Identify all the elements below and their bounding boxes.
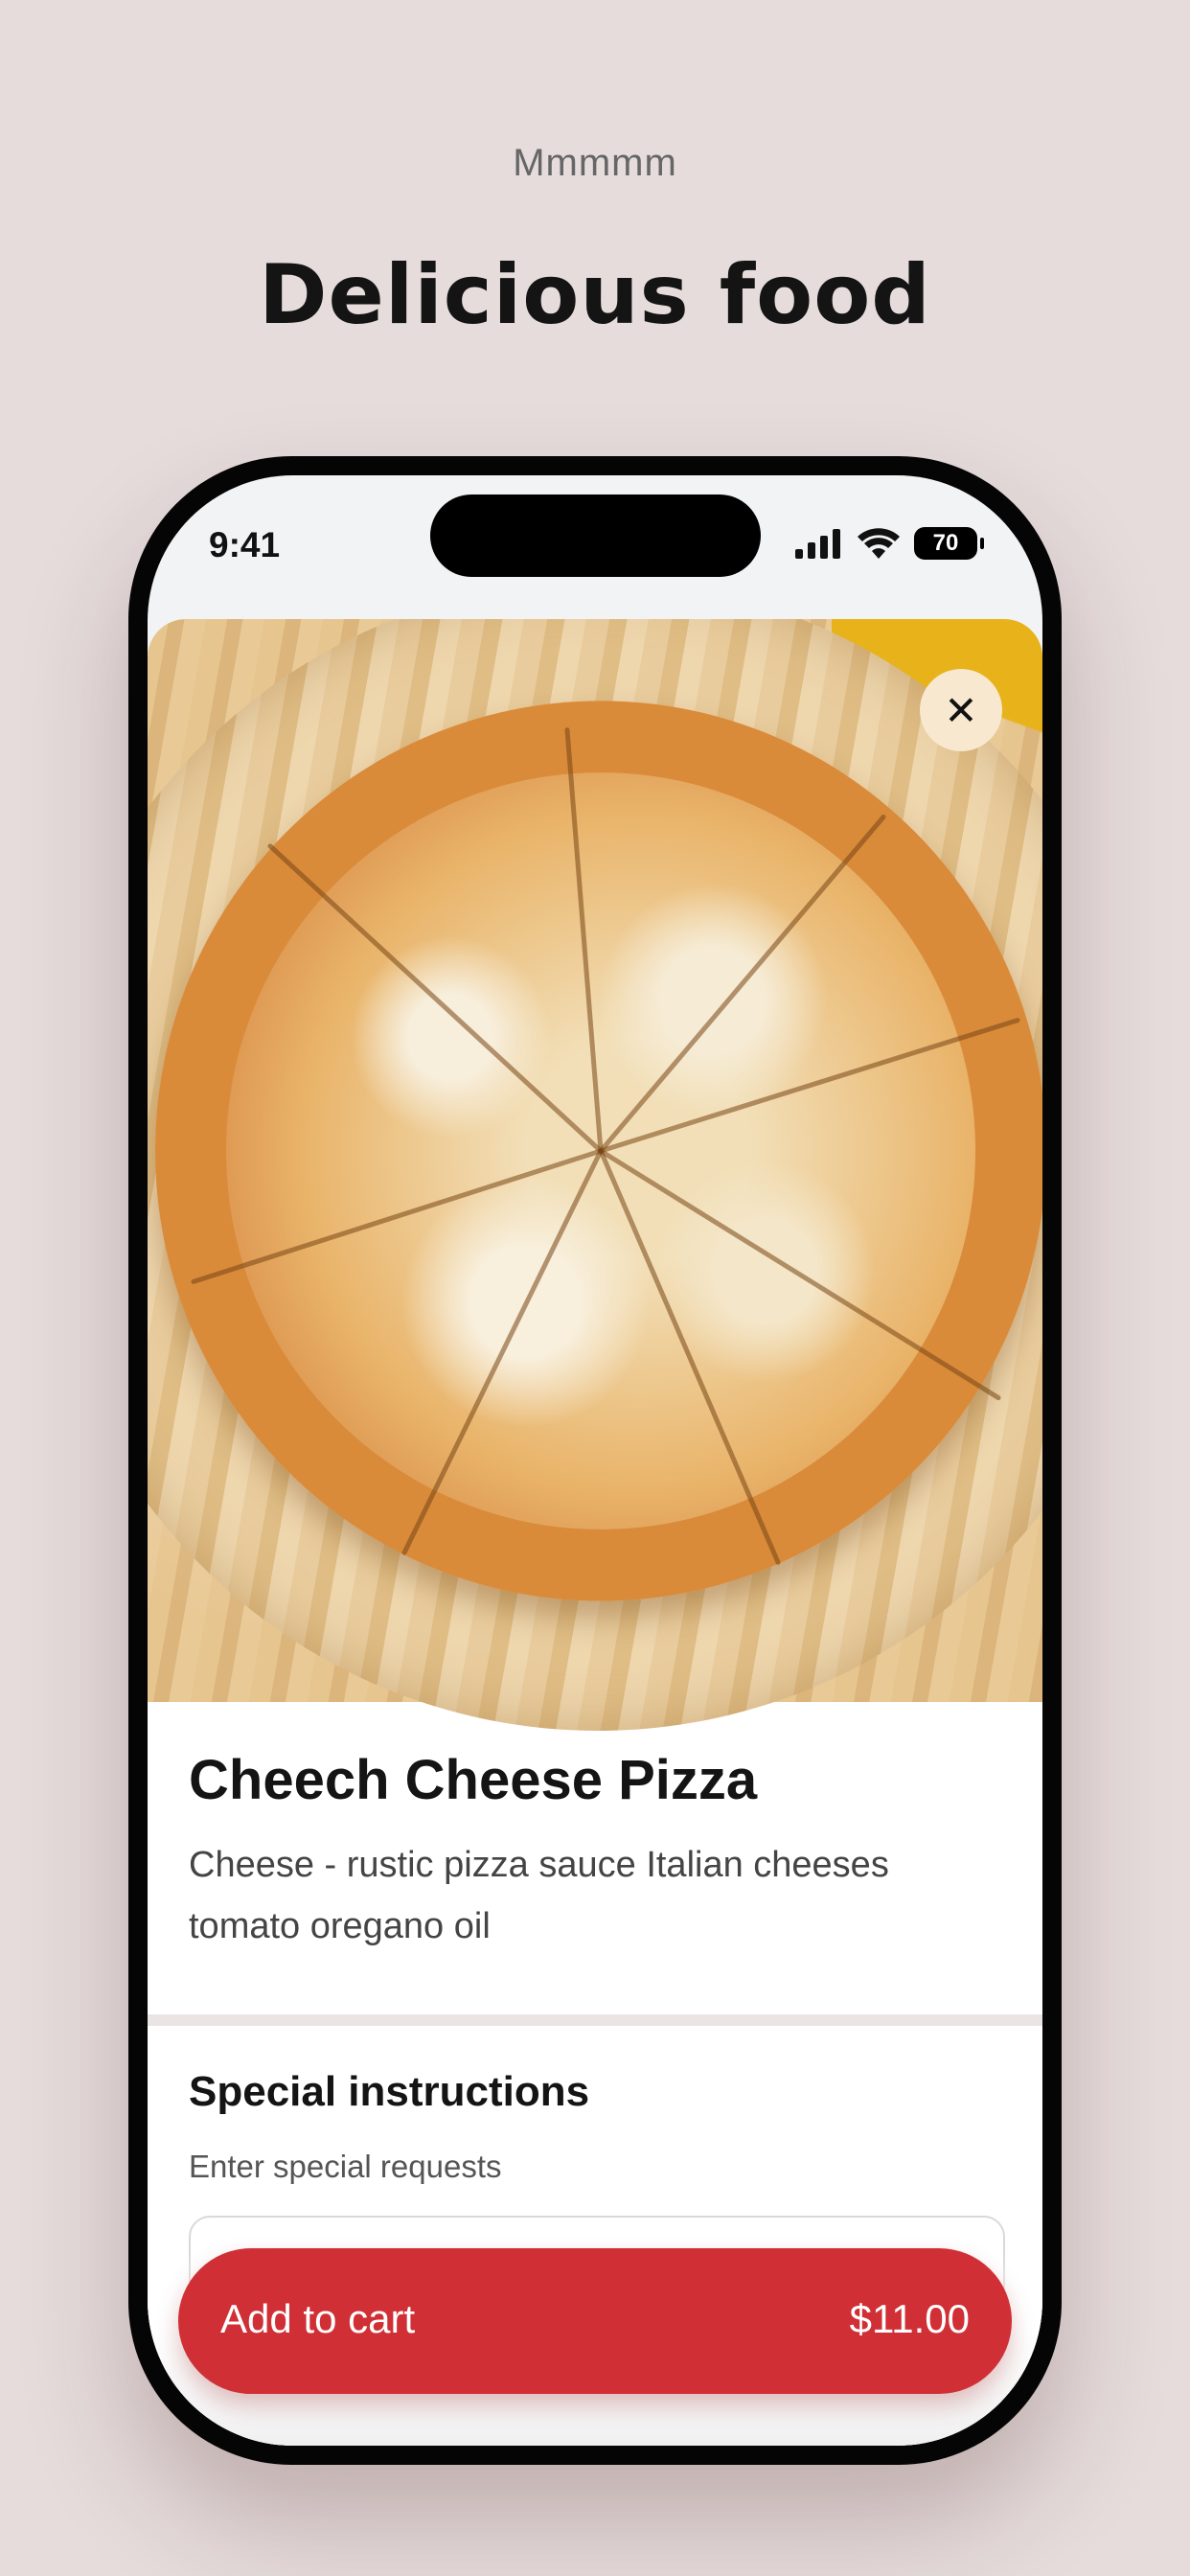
add-to-cart-label: Add to cart (220, 2296, 416, 2341)
product-sheet: ✕ Cheech Cheese Pizza Cheese - rustic pi… (148, 619, 1042, 2446)
battery-level: 70 (932, 530, 959, 556)
pizza-slice-lines (191, 727, 1020, 1565)
close-icon: ✕ (944, 687, 978, 733)
add-to-cart-button[interactable]: Add to cart $11.00 (178, 2248, 1012, 2394)
section-divider (148, 2014, 1042, 2026)
page-headline: Delicious food (259, 247, 931, 343)
phone-frame: 9:41 70 ✕ Cheech Cheese Pizza Cheese - r… (128, 456, 1062, 2465)
pizza (155, 701, 1042, 1601)
battery-icon: 70 (914, 527, 984, 560)
cart-price: $11.00 (849, 2296, 970, 2341)
close-button[interactable]: ✕ (920, 669, 1002, 751)
pizza-image: ✕ (148, 619, 1042, 1731)
item-title: Cheech Cheese Pizza (189, 1749, 758, 1811)
wifi-icon (858, 528, 900, 559)
phone-screen: 9:41 70 ✕ Cheech Cheese Pizza Cheese - r… (148, 475, 1042, 2446)
item-description: Cheese - rustic pizza sauce Italian chee… (189, 1845, 889, 1946)
status-bar: 9:41 70 (148, 475, 1042, 638)
dynamic-island (430, 494, 761, 577)
cellular-signal-icon (795, 529, 840, 559)
eyebrow-text: Mmmmm (513, 142, 677, 184)
status-time: 9:41 (209, 525, 281, 564)
status-icons: 70 (793, 527, 984, 560)
special-instructions-title: Special instructions (189, 2068, 590, 2115)
special-instructions-subtitle: Enter special requests (189, 2149, 502, 2184)
